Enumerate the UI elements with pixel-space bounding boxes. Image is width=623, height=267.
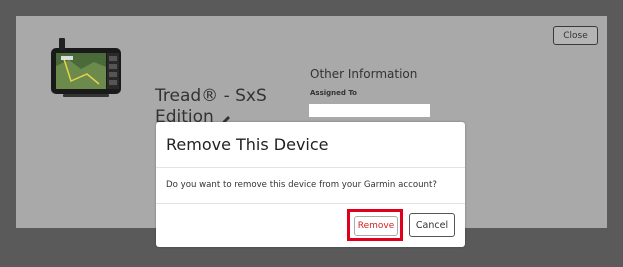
remove-button[interactable]: Remove [354, 216, 398, 236]
gps-tablet-device-icon [51, 38, 121, 97]
modal-body: Do you want to remove this device from y… [156, 168, 465, 204]
assigned-to-field[interactable] [309, 104, 430, 117]
page-overlay: Close Tread® - SxS Edition Other Informa… [0, 0, 623, 267]
remove-device-modal: Remove This Device Do you want to remove… [156, 122, 465, 247]
modal-title: Remove This Device [166, 135, 329, 154]
modal-footer: Remove Cancel [156, 204, 465, 247]
other-information-heading: Other Information [310, 67, 418, 81]
cancel-button[interactable]: Cancel [409, 213, 455, 237]
assigned-to-label: Assigned To [310, 89, 357, 97]
close-button[interactable]: Close [553, 26, 598, 45]
modal-header: Remove This Device [156, 122, 465, 168]
modal-message: Do you want to remove this device from y… [166, 180, 437, 190]
remove-button-highlight: Remove [347, 209, 403, 241]
